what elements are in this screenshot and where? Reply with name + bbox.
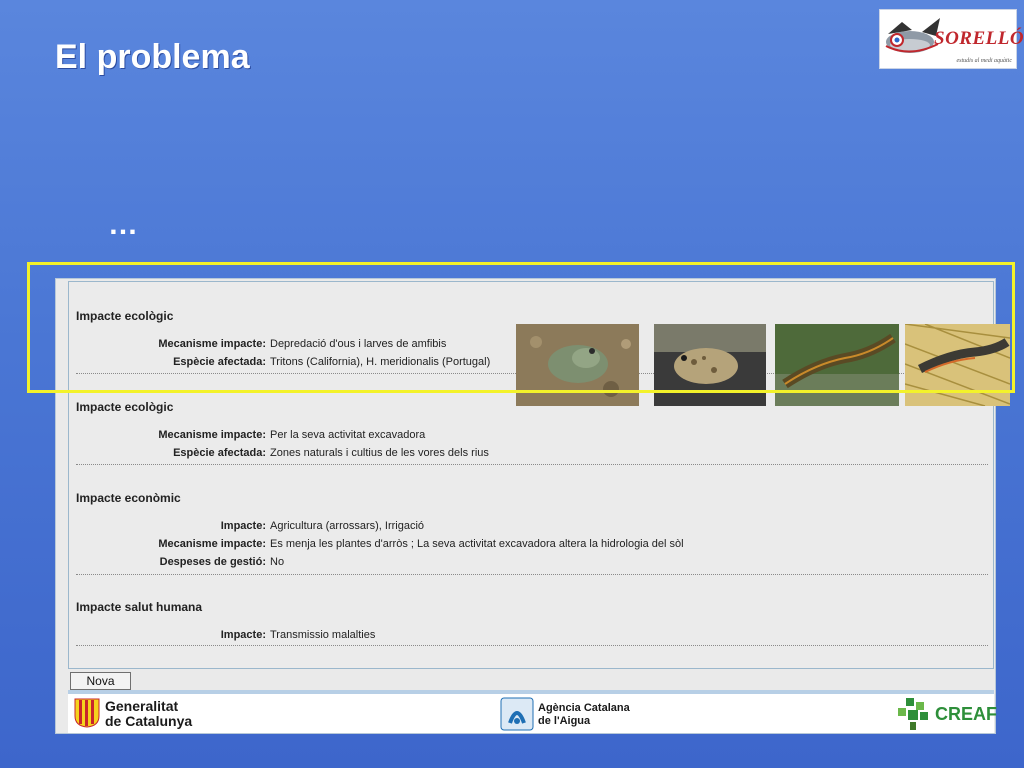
- field-label: Impacte:: [220, 629, 266, 641]
- aca-logo-text: Agència Catalana de l'Aigua: [538, 702, 630, 728]
- info-row: Impacte: Transmissio malalties: [76, 629, 376, 641]
- logo-brand-text: SORELLÓ: [934, 28, 1024, 49]
- field-label: Mecanisme impacte:: [158, 429, 266, 441]
- field-value: Es menja les plantes d'arròs ; La seva a…: [270, 538, 684, 550]
- highlight-box: [27, 262, 1015, 393]
- aca-logo-icon: [500, 697, 534, 731]
- logo-tagline: estudis al medi aquàtic: [956, 58, 1013, 64]
- field-value: No: [270, 556, 285, 568]
- section-heading: Impacte salut humana: [76, 600, 203, 614]
- creaf-logo-text: CREAF: [935, 704, 997, 724]
- generalitat-line-1: Generalitat: [105, 698, 179, 714]
- section-heading: Impacte ecològic: [76, 400, 174, 414]
- aca-line-1: Agència Catalana: [538, 702, 630, 714]
- section-heading: Impacte econòmic: [76, 491, 181, 505]
- field-value: Zones naturals i cultius de les vores de…: [270, 447, 489, 459]
- section-divider: [76, 574, 988, 575]
- info-row: Mecanisme impacte: Per la seva activitat …: [76, 429, 425, 441]
- field-value: Per la seva activitat excavadora: [270, 429, 426, 441]
- info-row: Espècie afectada: Zones naturals i cultiu…: [76, 447, 489, 459]
- field-value: Transmissio malalties: [270, 629, 376, 641]
- section-divider: [76, 645, 988, 646]
- field-label: Despeses de gestió:: [159, 556, 266, 568]
- fish-logo-icon: [885, 18, 940, 53]
- info-row: Despeses de gestió: No: [76, 556, 284, 568]
- generalitat-logo-text: Generalitat de Catalunya: [105, 699, 192, 729]
- new-search-button[interactable]: Nova cerca: [70, 672, 131, 704]
- info-row: Mecanisme impacte: Es menja les plantes d…: [76, 538, 684, 550]
- sorello-logo: SORELLÓ estudis al medi aquàtic: [879, 9, 1024, 69]
- slide-ellipsis: …: [108, 208, 145, 241]
- slide-title: El problema: [55, 38, 250, 76]
- generalitat-line-2: de Catalunya: [105, 713, 193, 729]
- field-label: Impacte:: [220, 520, 266, 532]
- creaf-logo-icon: [898, 698, 928, 730]
- section-divider: [76, 464, 988, 465]
- aca-line-2: de l'Aigua: [538, 715, 591, 727]
- generalitat-shield-icon: [74, 698, 100, 728]
- field-value: Agricultura (arrossars), Irrigació: [270, 520, 425, 532]
- info-row: Impacte: Agricultura (arrossars), Irrigac…: [76, 520, 424, 532]
- footer-logos: Generalitat de Catalunya Agència Catalan…: [68, 694, 997, 733]
- field-label: Mecanisme impacte:: [158, 538, 266, 550]
- field-label: Espècie afectada:: [173, 447, 266, 459]
